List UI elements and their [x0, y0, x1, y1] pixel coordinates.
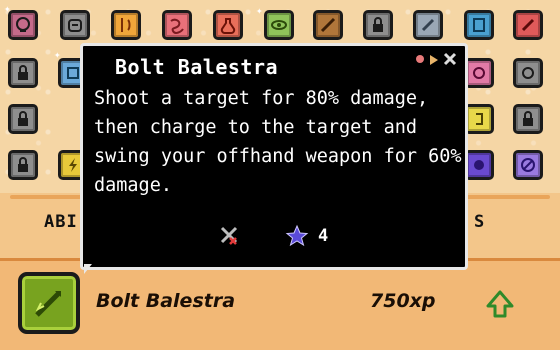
tab-right[interactable]: S	[474, 212, 485, 232]
skull-icon	[16, 17, 30, 32]
skill-slot-eye-icon[interactable]	[264, 10, 294, 40]
sparkle-icon: ✦	[54, 48, 61, 61]
tab-abilities[interactable]: ABI	[44, 212, 78, 232]
swirl-icon	[170, 18, 184, 34]
skill-slot-swirl-icon[interactable]	[162, 10, 192, 40]
blade-icon	[521, 18, 535, 32]
upgrade-arrow-icon[interactable]	[484, 288, 516, 320]
book-icon	[473, 18, 485, 32]
sparkle-icon	[416, 55, 424, 63]
skill-slot-locked[interactable]	[513, 104, 543, 134]
skill-slot-skull-icon[interactable]	[8, 10, 38, 40]
dagger-icon	[421, 18, 435, 32]
skill-slot-book-icon[interactable]	[464, 10, 494, 40]
selected-skill-row[interactable]: Bolt Balestra 750xp	[18, 268, 546, 340]
lock-icon	[523, 111, 533, 126]
skill-slot-locked[interactable]	[8, 150, 38, 180]
bolt-spear-icon	[35, 291, 61, 317]
skill-slot-locked[interactable]	[8, 58, 38, 88]
skill-slot-potion-icon[interactable]	[213, 10, 243, 40]
orb-icon	[522, 67, 534, 79]
lock-icon	[18, 157, 28, 172]
star-icon	[285, 224, 309, 247]
rune-icon	[476, 113, 483, 125]
weapon-crossed-icon	[220, 226, 238, 245]
lock-icon	[18, 111, 28, 126]
rune-icon	[473, 67, 485, 79]
skill-slot-rune-icon[interactable]	[464, 104, 494, 134]
sparkle-icon: ✦	[4, 2, 11, 15]
tooltip-header-icons	[412, 50, 462, 70]
lock-icon	[373, 17, 383, 32]
helmet-icon	[68, 19, 82, 32]
sparkle-icon: ✦	[256, 4, 263, 17]
skill-slot-orb-icon[interactable]	[464, 150, 494, 180]
skill-slot-locked[interactable]	[8, 104, 38, 134]
close-icon[interactable]	[443, 52, 457, 66]
skill-name: Bolt Balestra	[96, 290, 236, 312]
orb-icon	[474, 160, 484, 170]
skill-slot-rune-icon[interactable]	[464, 58, 494, 88]
skill-slot-weapon-icon[interactable]	[111, 10, 141, 40]
no-icon	[521, 158, 535, 172]
skill-slot-helmet-icon[interactable]	[60, 10, 90, 40]
sword-icon	[320, 17, 336, 33]
skill-slot-locked[interactable]	[513, 58, 543, 88]
skill-slot-locked[interactable]	[363, 10, 393, 40]
skill-slot-no-icon[interactable]	[513, 150, 543, 180]
weapon-icon	[121, 18, 131, 32]
eye-icon	[271, 20, 287, 30]
arrow-icon	[430, 55, 438, 65]
potion-icon	[220, 18, 236, 34]
skill-cost: 750xp	[370, 290, 436, 312]
tooltip-description: Shoot a target for 80% damage, then char…	[94, 88, 462, 196]
charge-count: 4	[318, 226, 329, 246]
skill-slot-blade-icon[interactable]	[513, 10, 543, 40]
lock-icon	[18, 65, 28, 80]
tooltip-title: Bolt Balestra	[115, 55, 279, 79]
tooltip-tail	[84, 264, 92, 274]
skill-slot-dagger-icon[interactable]	[413, 10, 443, 40]
skill-icon-frame[interactable]	[18, 272, 80, 334]
skill-slot-sword-icon[interactable]	[313, 10, 343, 40]
